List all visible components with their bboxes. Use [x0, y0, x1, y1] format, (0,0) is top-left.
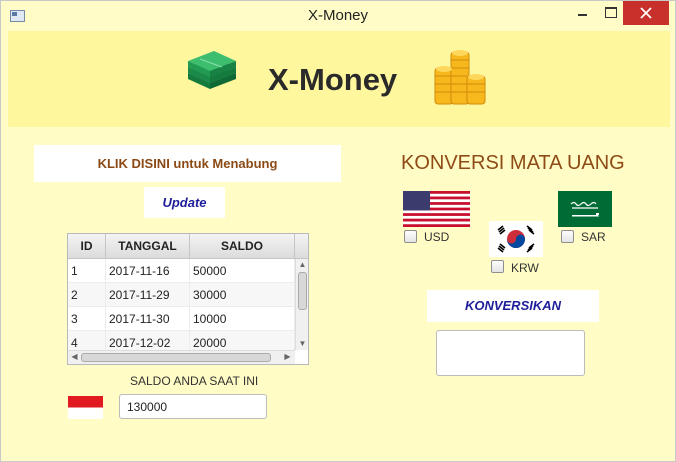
update-button[interactable]: Update [144, 187, 225, 218]
sar-checkbox[interactable] [561, 230, 574, 243]
cell-saldo: 50000 [190, 259, 295, 283]
column-header-saldo[interactable]: SALDO [190, 234, 295, 259]
convert-button[interactable]: KONVERSIKAN [427, 290, 599, 322]
scroll-left-icon[interactable]: ◀ [68, 352, 81, 362]
table-vertical-scrollbar[interactable]: ▲ ▼ [295, 259, 308, 350]
header-banner: X-Money [8, 31, 670, 127]
usd-checkbox[interactable] [404, 230, 417, 243]
money-stack-icon [188, 51, 236, 89]
table-header: ID TANGGAL SALDO [68, 234, 308, 259]
cell-tanggal: 2017-11-29 [106, 283, 190, 307]
balance-label: SALDO ANDA SAAT INI [130, 374, 259, 388]
table-horizontal-scrollbar[interactable]: ◀ ▶ [68, 350, 295, 364]
close-button[interactable] [623, 1, 669, 25]
conversion-title: KONVERSI MATA UANG [401, 152, 625, 174]
kr-flag-icon [489, 221, 543, 257]
sar-label: SAR [581, 230, 606, 244]
cell-id: 1 [68, 259, 106, 283]
vertical-scroll-thumb[interactable] [298, 272, 307, 310]
cell-saldo: 30000 [190, 283, 295, 307]
app-brand-title: X-Money [268, 62, 398, 97]
conversion-result-field[interactable] [436, 330, 585, 376]
close-icon [640, 7, 652, 19]
gold-coins-icon [434, 50, 486, 105]
scroll-down-icon[interactable]: ▼ [296, 339, 308, 349]
column-header-id[interactable]: ID [68, 234, 106, 259]
horizontal-scroll-thumb[interactable] [81, 353, 271, 362]
table-row[interactable]: 3 2017-11-30 10000 [68, 307, 295, 331]
cell-tanggal: 2017-11-30 [106, 307, 190, 331]
minimize-button[interactable] [569, 1, 597, 25]
cell-id: 3 [68, 307, 106, 331]
krw-checkbox[interactable] [491, 260, 504, 273]
cell-tanggal: 2017-11-16 [106, 259, 190, 283]
indonesia-flag-icon [68, 396, 103, 419]
cell-id: 2 [68, 283, 106, 307]
savings-table[interactable]: ID TANGGAL SALDO 1 2017-11-16 50000 2 20… [67, 233, 309, 365]
krw-label: KRW [511, 261, 539, 275]
scroll-right-icon[interactable]: ▶ [281, 352, 294, 362]
maximize-button[interactable] [597, 1, 625, 25]
table-row[interactable]: 2 2017-11-29 30000 [68, 283, 295, 307]
cell-saldo: 10000 [190, 307, 295, 331]
save-money-button[interactable]: KLIK DISINI untuk Menabung [34, 145, 341, 182]
usd-label: USD [424, 230, 450, 244]
column-header-tanggal[interactable]: TANGGAL [106, 234, 190, 259]
us-flag-icon [403, 191, 470, 227]
sa-flag-icon [558, 191, 612, 227]
client-area: X-Money KLIK DISINI untuk Menabung Updat… [8, 31, 670, 457]
table-row[interactable]: 1 2017-11-16 50000 [68, 259, 295, 283]
app-window: X-Money X-Money KLIK DISINI untuk Menabu… [0, 0, 676, 462]
title-bar[interactable]: X-Money [1, 1, 675, 31]
balance-field[interactable] [119, 394, 267, 419]
scroll-up-icon[interactable]: ▲ [296, 260, 308, 270]
